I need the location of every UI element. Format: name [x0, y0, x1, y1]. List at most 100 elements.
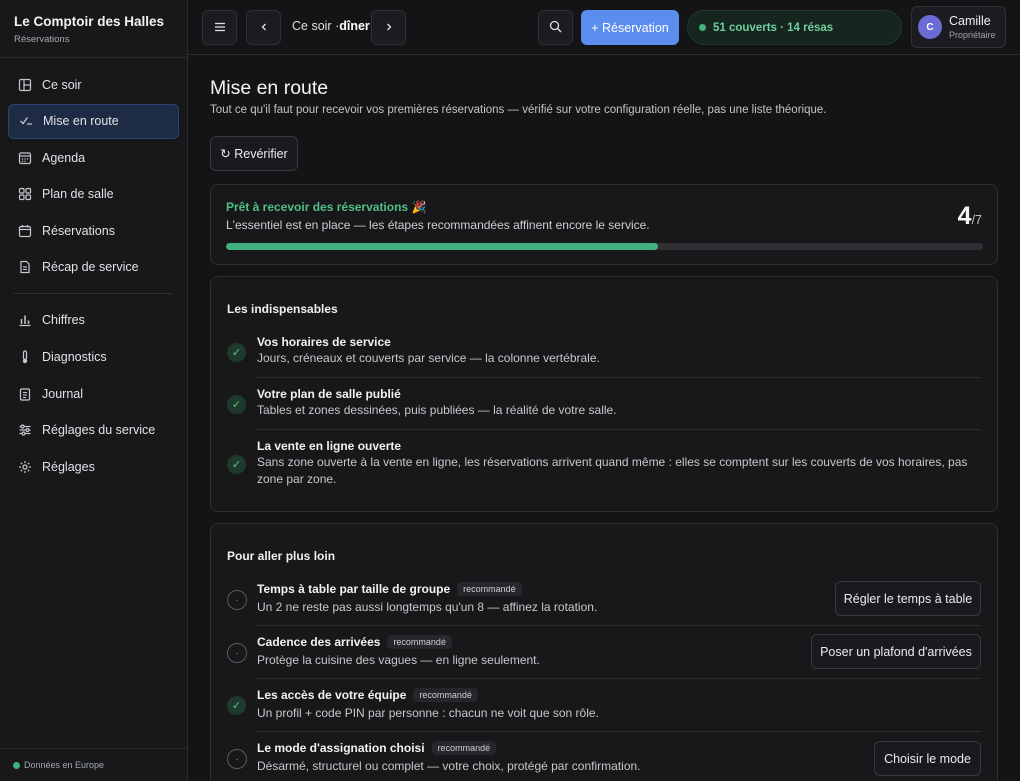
item-description: Tables et zones dessinées, puis publiées… [257, 403, 617, 417]
item-description: Jours, créneaux et couverts par service … [257, 351, 600, 365]
service-title: Ce soir ·dîner [292, 19, 370, 33]
item-title: Votre plan de salle publié [257, 387, 401, 401]
check-icon: ✓ [227, 343, 246, 362]
sidebar-item-label: Récap de service [42, 260, 139, 275]
item-title-text: Cadence des arrivées [257, 635, 381, 649]
user-menu[interactable]: C Camille Propriétaire [911, 6, 1006, 48]
sidebar-item-label: Chiffres [42, 313, 85, 328]
pending-dot-icon: · [227, 643, 247, 663]
brand: Le Comptoir des Halles Réservations [0, 0, 187, 58]
recommended-badge: recommandé [387, 635, 452, 649]
menu-button[interactable] [202, 10, 237, 45]
chevron-left-icon [260, 20, 268, 35]
sidebar-item-journal[interactable]: Journal [8, 376, 179, 411]
row-divider [257, 678, 981, 679]
sidebar-item-label: Journal [42, 386, 83, 401]
sidebar-item-diagnostics[interactable]: Diagnostics [8, 340, 179, 375]
recommended-badge: recommandé [431, 741, 497, 755]
search-button[interactable] [538, 10, 573, 45]
user-role: Propriétaire [949, 30, 996, 40]
row-divider [257, 377, 981, 378]
calendar-grid-icon [18, 151, 32, 165]
sidebar-item-label: Réglages du service [42, 423, 156, 438]
chevron-right-icon [385, 20, 393, 35]
progress-bar [226, 243, 983, 250]
progress-done-count: 4 [957, 202, 972, 230]
choose-mode-button[interactable]: Choisir le mode [874, 741, 981, 776]
sidebar-item-plan-de-salle[interactable]: Plan de salle [8, 177, 179, 212]
check-list-icon [19, 114, 33, 128]
check-icon: ✓ [227, 696, 246, 715]
item-description: Désarmé, structurel ou complet — votre c… [257, 759, 641, 773]
nav-divider [14, 292, 173, 294]
next-button[interactable] [371, 10, 406, 45]
document-icon [18, 260, 32, 274]
sidebar-item-chiffres[interactable]: Chiffres [8, 303, 179, 338]
essentials-section: Les indispensables ✓ Vos horaires de ser… [210, 276, 998, 512]
sidebar-item-reservations[interactable]: Réservations [8, 213, 179, 248]
progress-score: 4/7 [958, 202, 982, 231]
columns-icon [18, 78, 32, 92]
user-name: Camille [949, 14, 991, 28]
covers-status-text: 51 couverts · 14 résas [713, 21, 834, 34]
data-location-footer: Données en Europe [0, 748, 188, 781]
sidebar-item-recap-de-service[interactable]: Récap de service [8, 250, 179, 285]
row-divider [257, 625, 981, 626]
pending-dot-icon: · [227, 590, 247, 610]
set-arrival-cap-button[interactable]: Poser un plafond d'arrivées [811, 634, 981, 669]
new-reservation-button[interactable]: + Réservation [581, 10, 679, 45]
item-description: Un 2 ne reste pas aussi longtemps qu'un … [257, 600, 598, 614]
sidebar-item-ce-soir[interactable]: Ce soir [8, 67, 179, 102]
main-content: Mise en route Tout ce qu'il faut pour re… [188, 56, 1020, 781]
sidebar-item-reglages-du-service[interactable]: Réglages du service [8, 413, 179, 448]
user-info: Camille Propriétaire [949, 14, 996, 40]
recommended-badge: recommandé [413, 688, 478, 702]
service-title-name: dîner [339, 19, 370, 33]
brand-title: Le Comptoir des Halles [14, 14, 165, 29]
page-title: Mise en route [210, 77, 329, 99]
readiness-subtitle: L'essentiel est en place — les étapes re… [226, 218, 650, 232]
row-divider [257, 429, 981, 430]
sidebar-item-mise-en-route[interactable]: Mise en route [8, 103, 179, 139]
page-subtitle: Tout ce qu'il faut pour recevoir vos pre… [210, 104, 827, 116]
status-dot-icon [13, 761, 20, 769]
list-item: · Temps à table par taille de groupe reco… [227, 581, 981, 622]
footer-label: Données en Europe [24, 760, 105, 770]
item-title: Les accès de votre équipe recommandé [257, 688, 478, 702]
brand-subtitle: Réservations [14, 34, 70, 45]
status-dot-icon [699, 24, 706, 31]
item-title-text: Temps à table par taille de groupe [257, 582, 451, 596]
readiness-card: Prêt à recevoir des réservations 🎉 L'ess… [210, 184, 998, 265]
recheck-button[interactable]: ↻ Revérifier [210, 136, 298, 171]
thermometer-icon [18, 350, 32, 364]
item-title: Le mode d'assignation choisi recommandé [257, 741, 497, 755]
sidebar-item-label: Mise en route [43, 114, 119, 129]
row-divider [257, 731, 981, 732]
list-item: ✓ Les accès de votre équipe recommandé Un… [227, 688, 981, 728]
clipboard-icon [18, 387, 32, 401]
item-title: Cadence des arrivées recommandé [257, 635, 452, 649]
check-icon: ✓ [227, 395, 246, 414]
search-icon [549, 20, 562, 36]
gear-icon [18, 460, 32, 474]
hamburger-icon [214, 20, 226, 35]
check-icon: ✓ [227, 455, 246, 474]
top-bar: Ce soir ·dîner + Réservation 51 couverts… [188, 0, 1020, 55]
item-description: Sans zone ouverte à la vente en ligne, l… [257, 455, 968, 486]
section-title: Les indispensables [227, 302, 338, 316]
item-title: Temps à table par taille de groupe recomm… [257, 582, 522, 596]
set-table-time-button[interactable]: Régler le temps à table [835, 581, 981, 616]
list-item: ✓ Vos horaires de service Jours, créneau… [227, 335, 981, 371]
sidebar-item-reglages[interactable]: Réglages [8, 449, 179, 484]
item-description: Un profil + code PIN par personne : chac… [257, 706, 599, 720]
sidebar: Le Comptoir des Halles Réservations Ce s… [0, 0, 188, 781]
sidebar-item-label: Agenda [42, 150, 86, 165]
item-title: Vos horaires de service [257, 335, 391, 349]
recommended-section: Pour aller plus loin · Temps à table par… [210, 523, 998, 781]
sidebar-item-agenda[interactable]: Agenda [8, 140, 179, 175]
list-item: · Cadence des arrivées recommandé Protège… [227, 634, 981, 675]
service-title-prefix: Ce soir · [292, 19, 340, 33]
sliders-icon [18, 423, 32, 437]
previous-button[interactable] [246, 10, 281, 45]
item-description: Protège la cuisine des vagues — en ligne… [257, 653, 540, 667]
